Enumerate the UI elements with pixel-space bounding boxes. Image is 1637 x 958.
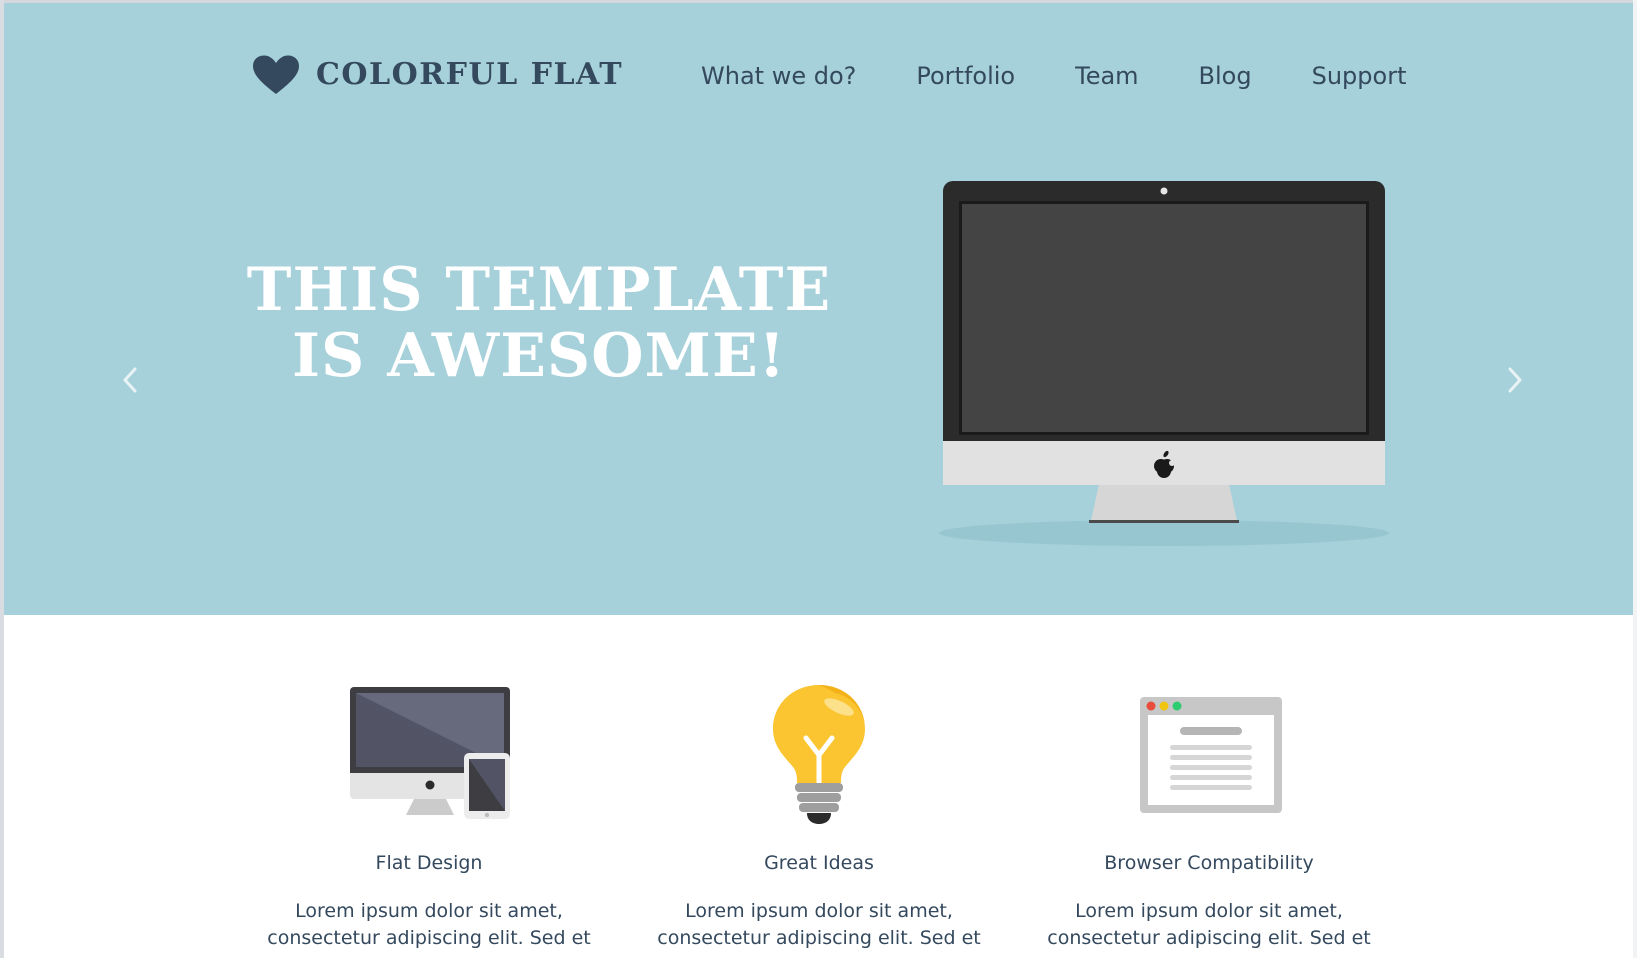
nav-item-what-we-do[interactable]: What we do? [701, 59, 856, 93]
nav-item-blog[interactable]: Blog [1199, 59, 1252, 93]
hero-headline: THIS TEMPLATE IS AWESOME! [244, 257, 834, 389]
hero-section: COLORFUL FLAT What we do? Portfolio Team… [4, 3, 1633, 615]
nav-item-team[interactable]: Team [1075, 59, 1138, 93]
devices-icon [350, 687, 510, 819]
feature-description-line2: consectetur adipiscing elit. Sed et [267, 927, 591, 949]
brand-name: COLORFUL FLAT [316, 57, 624, 92]
feature-description: Lorem ipsum dolor sit amet, consectetur … [239, 898, 619, 952]
lightbulb-icon [773, 685, 865, 824]
hero-headline-line1: THIS TEMPLATE [246, 255, 832, 325]
main-nav: What we do? Portfolio Team Blog Support [701, 59, 1406, 93]
feature-description: Lorem ipsum dolor sit amet, consectetur … [629, 898, 1009, 952]
feature-description-line1: Lorem ipsum dolor sit amet, [295, 900, 563, 922]
feature-description-line2: consectetur adipiscing elit. Sed et [657, 927, 981, 949]
chevron-left-icon[interactable] [118, 363, 142, 397]
heart-icon [253, 55, 299, 94]
feature-description: Lorem ipsum dolor sit amet, consectetur … [1019, 898, 1399, 952]
feature-description-line2: consectetur adipiscing elit. Sed et [1047, 927, 1371, 949]
feature-title: Browser Compatibility [1104, 852, 1314, 874]
hero-headline-line2: IS AWESOME! [291, 321, 787, 391]
monitor-illustration [939, 181, 1389, 546]
nav-item-support[interactable]: Support [1312, 59, 1407, 93]
feature-title: Flat Design [375, 852, 483, 874]
features-section: Flat Design Lorem ipsum dolor sit amet, … [0, 615, 1637, 958]
chevron-right-icon[interactable] [1503, 363, 1527, 397]
browser-window-icon [1140, 697, 1282, 813]
feature-description-line1: Lorem ipsum dolor sit amet, [1075, 900, 1343, 922]
feature-title: Great Ideas [764, 852, 874, 874]
brand-logo[interactable]: COLORFUL FLAT [252, 55, 623, 95]
nav-item-portfolio[interactable]: Portfolio [916, 59, 1015, 93]
feature-description-line1: Lorem ipsum dolor sit amet, [685, 900, 953, 922]
